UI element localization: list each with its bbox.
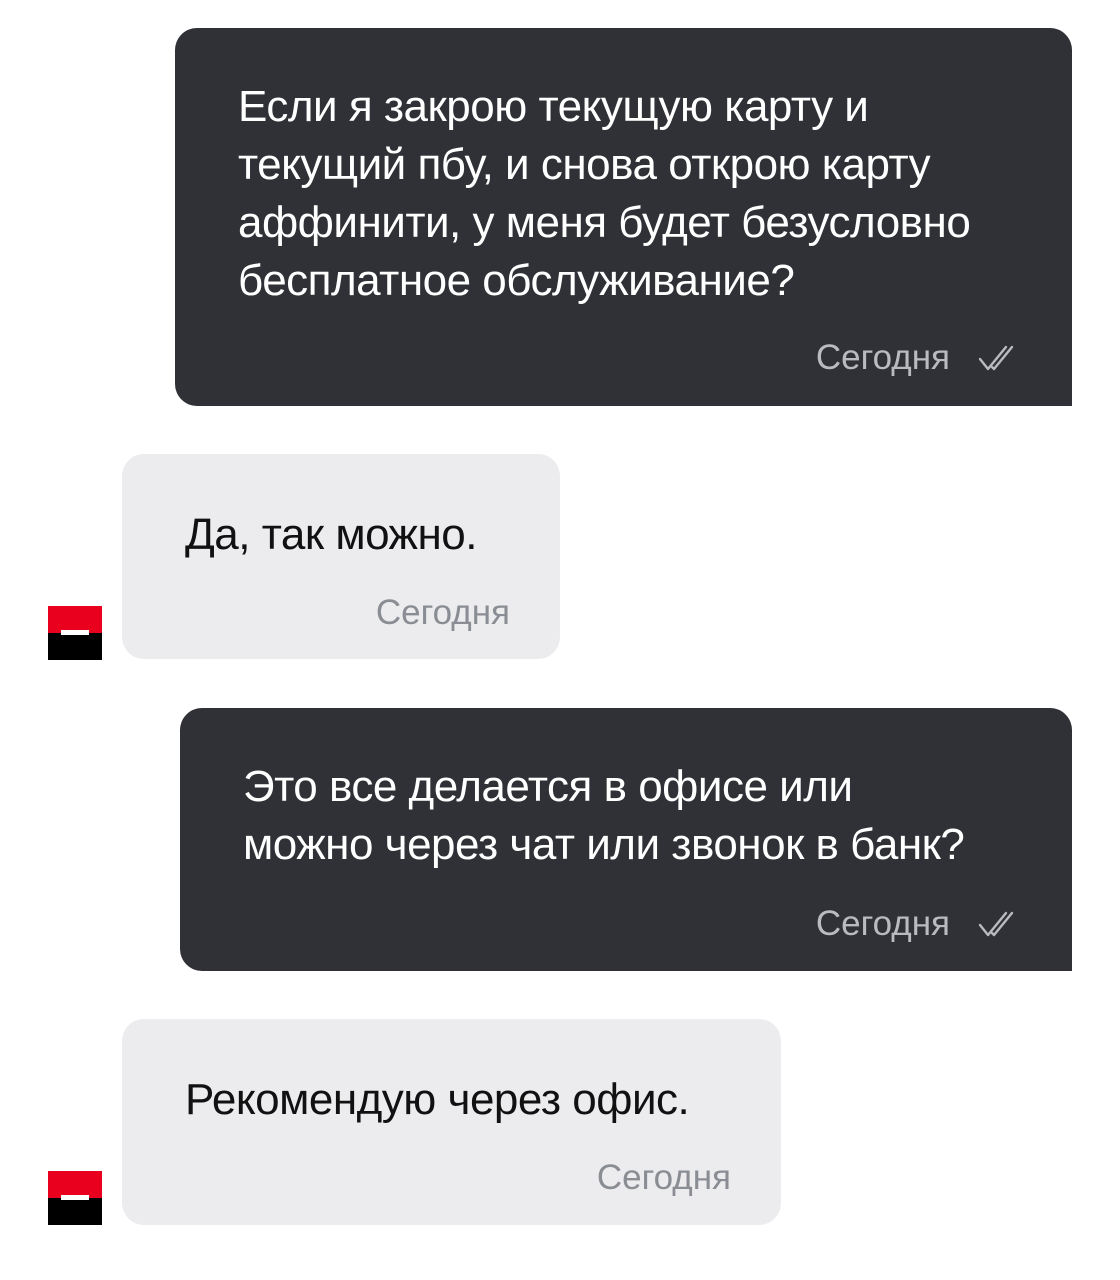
message-time: Сегодня bbox=[596, 1158, 731, 1197]
message-time: Сегодня bbox=[815, 904, 950, 943]
bank-logo-icon bbox=[48, 1171, 102, 1225]
message-meta: Сегодня bbox=[816, 338, 1020, 378]
message-time: Сегодня bbox=[815, 338, 950, 377]
message-meta: Сегодня bbox=[816, 904, 1020, 944]
message-time: Сегодня bbox=[375, 593, 510, 632]
double-check-icon bbox=[978, 911, 1014, 937]
outgoing-message-bubble[interactable]: Если я закрою текущую карту и текущий пб… bbox=[175, 28, 1072, 406]
bank-logo-icon bbox=[48, 606, 102, 660]
message-text: Рекомендую через офис. bbox=[185, 1075, 690, 1124]
outgoing-message-bubble[interactable]: Это все делается в офисе или можно через… bbox=[180, 708, 1072, 971]
incoming-message-bubble[interactable]: Да, так можно. Сегодня bbox=[122, 454, 560, 659]
message-text: Это все делается в офисе или можно через… bbox=[243, 762, 965, 869]
message-text: Да, так можно. bbox=[185, 510, 477, 559]
message-meta: Сегодня bbox=[376, 593, 510, 633]
message-text: Если я закрою текущую карту и текущий пб… bbox=[238, 82, 971, 305]
incoming-message-bubble[interactable]: Рекомендую через офис. Сегодня bbox=[122, 1019, 781, 1225]
double-check-icon bbox=[978, 345, 1014, 371]
message-meta: Сегодня bbox=[597, 1158, 731, 1198]
